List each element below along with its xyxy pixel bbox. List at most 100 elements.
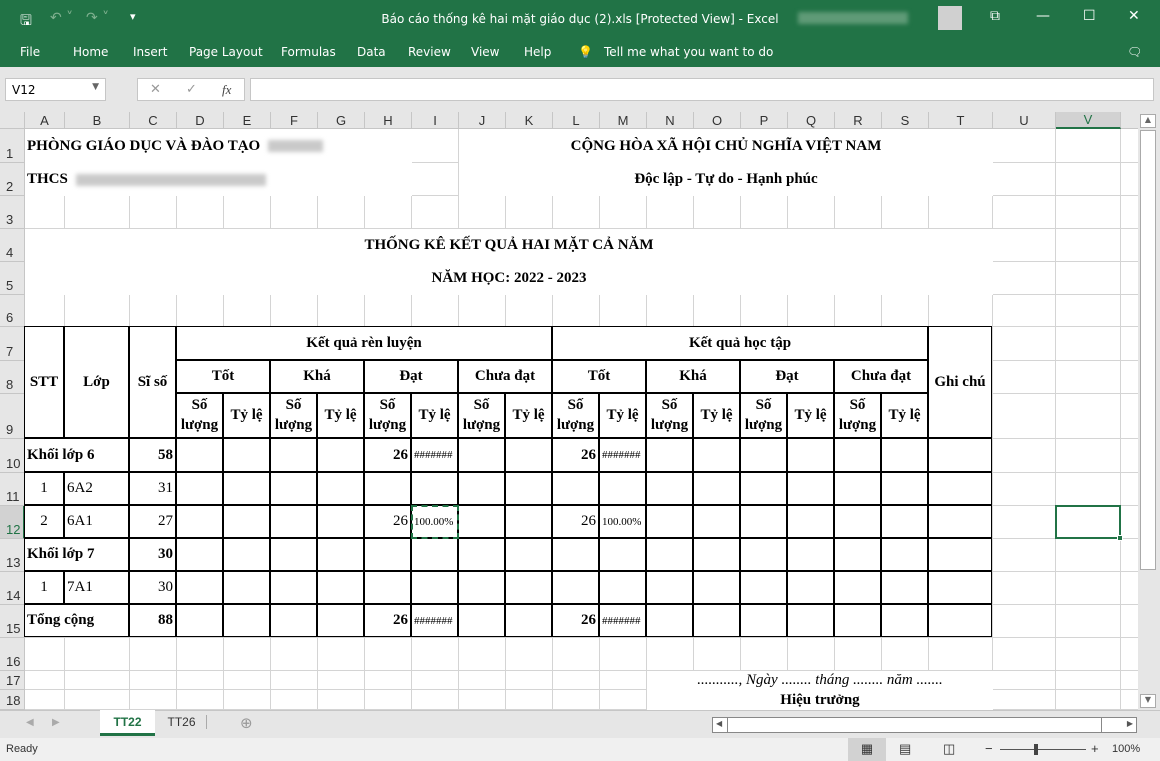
grid-cell[interactable] bbox=[741, 295, 788, 327]
grid-cell[interactable] bbox=[835, 638, 882, 671]
grid-cell[interactable] bbox=[1056, 671, 1121, 690]
worksheet-grid[interactable]: A B C D E F G H I J K L M N O P Q R S T U V 1 2 3 4 5 6 7 8 9 10 11 12 13 1… bbox=[0, 112, 1138, 710]
column-header-M[interactable]: M bbox=[600, 112, 647, 129]
grid-cell[interactable] bbox=[365, 671, 412, 690]
grid-cell[interactable] bbox=[412, 671, 459, 690]
name-box[interactable]: V12 ▼ bbox=[5, 78, 106, 101]
column-header-F[interactable]: F bbox=[271, 112, 318, 129]
row-header-9[interactable]: 9 bbox=[0, 394, 25, 439]
column-header-K[interactable]: K bbox=[506, 112, 553, 129]
grid-cell[interactable] bbox=[271, 638, 318, 671]
column-header-J[interactable]: J bbox=[459, 112, 506, 129]
grid-cell[interactable] bbox=[1056, 605, 1121, 638]
column-header-V[interactable]: V bbox=[1056, 112, 1121, 129]
grid-cell[interactable] bbox=[993, 539, 1056, 572]
grid-cell[interactable] bbox=[929, 295, 993, 327]
grid-cell[interactable] bbox=[365, 196, 412, 229]
scroll-up-icon[interactable]: ▲ bbox=[1140, 114, 1156, 128]
grid-cell[interactable] bbox=[993, 129, 1056, 163]
avatar[interactable] bbox=[938, 6, 962, 30]
row-header-14[interactable]: 14 bbox=[0, 572, 25, 605]
grid-cell[interactable] bbox=[1056, 229, 1121, 262]
page-break-view-icon[interactable]: ◫ bbox=[943, 741, 955, 757]
column-header-W[interactable] bbox=[1121, 112, 1138, 129]
grid-cell[interactable] bbox=[1121, 295, 1138, 327]
grid-cell[interactable] bbox=[694, 295, 741, 327]
grid-cell[interactable] bbox=[1056, 295, 1121, 327]
grid-cell[interactable] bbox=[741, 638, 788, 671]
tab-page-layout[interactable]: Page Layout bbox=[189, 45, 263, 59]
vertical-scroll-thumb[interactable] bbox=[1140, 130, 1156, 570]
grid-cell[interactable] bbox=[1121, 506, 1138, 539]
grid-cell[interactable] bbox=[506, 196, 553, 229]
grid-cell[interactable] bbox=[1121, 129, 1138, 163]
grid-cell[interactable] bbox=[412, 295, 459, 327]
column-header-A[interactable]: A bbox=[25, 112, 65, 129]
grid-cell[interactable] bbox=[647, 196, 694, 229]
grid-cell[interactable] bbox=[271, 671, 318, 690]
grid-cell[interactable] bbox=[694, 196, 741, 229]
grid-cell[interactable] bbox=[1121, 473, 1138, 506]
grid-cell[interactable] bbox=[993, 163, 1056, 196]
grid-cell[interactable] bbox=[459, 638, 506, 671]
column-header-B[interactable]: B bbox=[65, 112, 130, 129]
grid-cell[interactable] bbox=[788, 638, 835, 671]
grid-cell[interactable] bbox=[271, 690, 318, 710]
grid-cell[interactable] bbox=[224, 671, 271, 690]
maximize-button[interactable]: ☐ bbox=[1083, 8, 1096, 24]
grid-cell[interactable] bbox=[365, 638, 412, 671]
grid-cell[interactable] bbox=[647, 638, 694, 671]
formula-input[interactable] bbox=[250, 78, 1154, 101]
grid-cell[interactable] bbox=[506, 671, 553, 690]
zoom-slider[interactable] bbox=[1000, 749, 1086, 750]
grid-cell[interactable] bbox=[993, 394, 1056, 439]
scroll-right-icon[interactable]: ▶ bbox=[1127, 719, 1133, 728]
grid-cell[interactable] bbox=[1121, 439, 1138, 473]
grid-cell[interactable] bbox=[412, 638, 459, 671]
grid-cell[interactable] bbox=[65, 295, 130, 327]
row-header-13[interactable]: 13 bbox=[0, 539, 25, 572]
grid-cell[interactable] bbox=[1056, 473, 1121, 506]
grid-cell[interactable] bbox=[25, 295, 65, 327]
grid-cell[interactable] bbox=[600, 690, 647, 710]
grid-cell[interactable] bbox=[600, 671, 647, 690]
row-header-2[interactable]: 2 bbox=[0, 163, 25, 196]
select-all-corner[interactable] bbox=[0, 112, 25, 129]
grid-cell[interactable] bbox=[1121, 262, 1138, 295]
grid-cell[interactable] bbox=[553, 196, 600, 229]
grid-cell[interactable] bbox=[1121, 539, 1138, 572]
tab-data[interactable]: Data bbox=[357, 45, 386, 59]
grid-cell[interactable] bbox=[553, 295, 600, 327]
grid-cell[interactable] bbox=[1056, 196, 1121, 229]
grid-cell[interactable] bbox=[1056, 262, 1121, 295]
grid-cell[interactable] bbox=[318, 196, 365, 229]
scroll-down-icon[interactable]: ▼ bbox=[1140, 694, 1156, 708]
row-header-1[interactable]: 1 bbox=[0, 129, 25, 163]
grid-cell[interactable] bbox=[271, 295, 318, 327]
grid-cell[interactable] bbox=[177, 638, 224, 671]
grid-cell[interactable] bbox=[993, 327, 1056, 361]
grid-cell[interactable] bbox=[365, 690, 412, 710]
grid-cell[interactable] bbox=[1056, 163, 1121, 196]
grid-cell[interactable] bbox=[130, 638, 177, 671]
grid-cell[interactable] bbox=[412, 163, 459, 196]
row-header-8[interactable]: 8 bbox=[0, 361, 25, 394]
grid-cell[interactable] bbox=[1056, 361, 1121, 394]
grid-cell[interactable] bbox=[788, 295, 835, 327]
column-header-G[interactable]: G bbox=[318, 112, 365, 129]
grid-cell[interactable] bbox=[1121, 605, 1138, 638]
grid-cell[interactable] bbox=[177, 196, 224, 229]
grid-cell[interactable] bbox=[365, 295, 412, 327]
column-header-R[interactable]: R bbox=[835, 112, 882, 129]
column-header-P[interactable]: P bbox=[741, 112, 788, 129]
sheet-tab-tt22[interactable]: TT22 bbox=[100, 710, 155, 736]
grid-cell[interactable] bbox=[412, 196, 459, 229]
grid-cell[interactable] bbox=[835, 295, 882, 327]
grid-cell[interactable] bbox=[224, 196, 271, 229]
grid-cell[interactable] bbox=[835, 196, 882, 229]
grid-cell[interactable] bbox=[459, 196, 506, 229]
grid-cell[interactable] bbox=[318, 690, 365, 710]
grid-cell[interactable] bbox=[65, 690, 130, 710]
column-header-I[interactable]: I bbox=[412, 112, 459, 129]
grid-cell[interactable] bbox=[1121, 638, 1138, 671]
